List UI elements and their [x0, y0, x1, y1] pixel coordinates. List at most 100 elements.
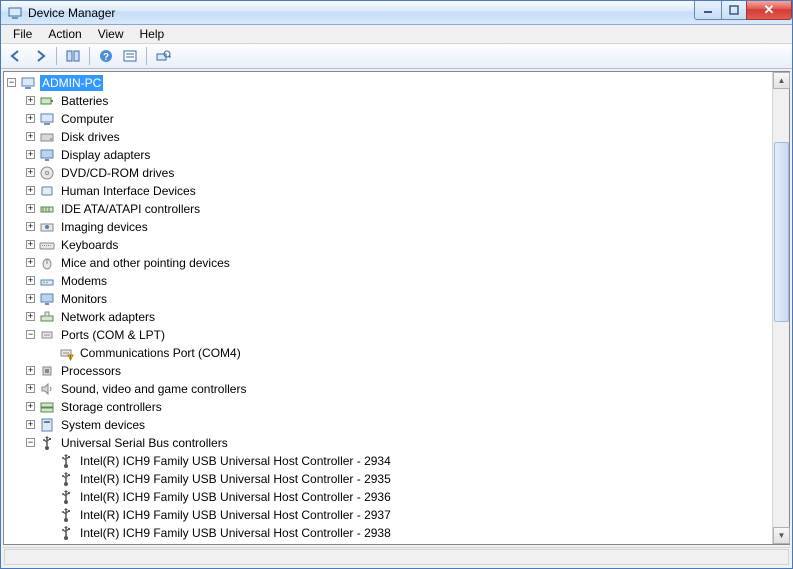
tree-node[interactable]: + System devices — [7, 416, 772, 434]
expand-icon[interactable]: + — [26, 114, 35, 123]
tree-node-label[interactable]: Intel(R) ICH9 Family USB Universal Host … — [78, 525, 393, 541]
tree-node-label[interactable]: Disk drives — [59, 129, 122, 145]
tree-node-label[interactable]: Communications Port (COM4) — [78, 345, 243, 361]
expand-icon[interactable]: + — [26, 384, 35, 393]
keyboard-icon — [39, 237, 55, 253]
tree-node-label[interactable]: Storage controllers — [59, 399, 164, 415]
menu-help[interactable]: Help — [132, 25, 173, 43]
tree-node[interactable]: − ADMIN-PC — [7, 74, 772, 92]
expand-icon[interactable]: + — [26, 186, 35, 195]
expand-icon[interactable]: + — [26, 258, 35, 267]
toolbar: ? — [1, 44, 792, 68]
expand-icon[interactable]: + — [26, 366, 35, 375]
expand-icon[interactable]: + — [26, 222, 35, 231]
maximize-button[interactable] — [721, 1, 747, 20]
scan-hardware-button[interactable] — [152, 45, 174, 67]
expand-icon[interactable]: + — [26, 132, 35, 141]
expand-icon[interactable]: + — [26, 420, 35, 429]
tree-node-label[interactable]: Intel(R) ICH9 Family USB Universal Host … — [78, 453, 393, 469]
expand-icon[interactable]: + — [26, 150, 35, 159]
scroll-thumb[interactable] — [774, 142, 789, 322]
tree-node[interactable]: − Ports (COM & LPT) — [7, 326, 772, 344]
tree-node[interactable]: − Universal Serial Bus controllers — [7, 434, 772, 452]
tree-node-label[interactable]: IDE ATA/ATAPI controllers — [59, 201, 202, 217]
cpu-icon — [39, 363, 55, 379]
scroll-up-button[interactable]: ▲ — [773, 72, 790, 89]
tree-node-label[interactable]: Intel(R) ICH9 Family USB Universal Host … — [78, 507, 393, 523]
tree-node[interactable]: Intel(R) ICH9 Family USB Universal Host … — [7, 488, 772, 506]
window-controls: ✕ — [695, 1, 792, 24]
titlebar[interactable]: Device Manager ✕ — [1, 1, 792, 25]
tree-node[interactable]: + Imaging devices — [7, 218, 772, 236]
tree-node-label[interactable]: System devices — [59, 417, 147, 433]
tree-node[interactable]: + Human Interface Devices — [7, 182, 772, 200]
tree-node[interactable]: Intel(R) ICH9 Family USB Universal Host … — [7, 452, 772, 470]
tree-node-label[interactable]: Intel(R) ICH9 Family USB Universal Host … — [78, 471, 393, 487]
expand-icon[interactable]: + — [26, 204, 35, 213]
window-title: Device Manager — [28, 6, 695, 20]
properties-button[interactable] — [119, 45, 141, 67]
close-button[interactable]: ✕ — [746, 1, 792, 20]
tree-node-label[interactable]: Universal Serial Bus controllers — [59, 435, 230, 451]
menu-action[interactable]: Action — [40, 25, 89, 43]
menu-view[interactable]: View — [90, 25, 132, 43]
forward-button[interactable] — [29, 45, 51, 67]
tree-node[interactable]: + Disk drives — [7, 128, 772, 146]
tree-node-label[interactable]: Sound, video and game controllers — [59, 381, 248, 397]
tree-node-label[interactable]: Intel(R) ICH9 Family USB Universal Host … — [78, 489, 393, 505]
menubar: File Action View Help — [1, 25, 792, 44]
tree-node[interactable]: + Keyboards — [7, 236, 772, 254]
tree-node-label[interactable]: ADMIN-PC — [40, 75, 103, 91]
tree-node-label[interactable]: DVD/CD-ROM drives — [59, 165, 176, 181]
tree-node-label[interactable]: Processors — [59, 363, 123, 379]
tree-node[interactable]: + Processors — [7, 362, 772, 380]
tree-node[interactable]: + Computer — [7, 110, 772, 128]
expand-icon[interactable]: + — [26, 240, 35, 249]
tree-node-label[interactable]: Computer — [59, 111, 116, 127]
collapse-icon[interactable]: − — [26, 330, 35, 339]
tree-node-label[interactable]: Imaging devices — [59, 219, 150, 235]
tree-node[interactable]: Intel(R) ICH9 Family USB Universal Host … — [7, 524, 772, 542]
tree-node[interactable]: !Communications Port (COM4) — [7, 344, 772, 362]
tree-node[interactable]: + Network adapters — [7, 308, 772, 326]
expand-icon[interactable]: + — [26, 96, 35, 105]
show-hide-console-button[interactable] — [62, 45, 84, 67]
device-tree[interactable]: − ADMIN-PC + Batteries + Computer + Disk drives… — [4, 72, 772, 544]
hid-icon — [39, 183, 55, 199]
collapse-icon[interactable]: − — [7, 78, 16, 87]
vertical-scrollbar[interactable]: ▲ ▼ — [772, 72, 789, 544]
tree-node[interactable]: + Mice and other pointing devices — [7, 254, 772, 272]
tree-node-label[interactable]: Keyboards — [59, 237, 120, 253]
tree-node[interactable]: + Modems — [7, 272, 772, 290]
minimize-button[interactable] — [694, 1, 722, 20]
tree-node[interactable]: + IDE ATA/ATAPI controllers — [7, 200, 772, 218]
expand-icon[interactable]: + — [26, 312, 35, 321]
expand-icon[interactable]: + — [26, 294, 35, 303]
scroll-down-button[interactable]: ▼ — [773, 527, 790, 544]
tree-node[interactable]: + Batteries — [7, 92, 772, 110]
tree-node-label[interactable]: Human Interface Devices — [59, 183, 198, 199]
tree-node-label[interactable]: Modems — [59, 273, 109, 289]
tree-node[interactable]: Intel(R) ICH9 Family USB Universal Host … — [7, 470, 772, 488]
tree-node-label[interactable]: Network adapters — [59, 309, 157, 325]
expand-icon[interactable]: + — [26, 402, 35, 411]
tree-node[interactable]: + Storage controllers — [7, 398, 772, 416]
tree-node[interactable]: Intel(R) ICH9 Family USB Universal Host … — [7, 506, 772, 524]
tree-node-label[interactable]: Ports (COM & LPT) — [59, 327, 167, 343]
menu-file[interactable]: File — [5, 25, 40, 43]
tree-node[interactable]: + Sound, video and game controllers — [7, 380, 772, 398]
tree-node-label[interactable]: Mice and other pointing devices — [59, 255, 232, 271]
collapse-icon[interactable]: − — [26, 438, 35, 447]
expand-icon[interactable]: + — [26, 168, 35, 177]
tree-node-label[interactable]: Monitors — [59, 291, 109, 307]
help-button[interactable]: ? — [95, 45, 117, 67]
tree-node[interactable]: + Display adapters — [7, 146, 772, 164]
imaging-icon — [39, 219, 55, 235]
tree-node-label[interactable]: Batteries — [59, 93, 110, 109]
tree-node[interactable]: + DVD/CD-ROM drives — [7, 164, 772, 182]
tree-node[interactable]: + Monitors — [7, 290, 772, 308]
app-icon — [7, 5, 23, 21]
back-button[interactable] — [5, 45, 27, 67]
expand-icon[interactable]: + — [26, 276, 35, 285]
tree-node-label[interactable]: Display adapters — [59, 147, 152, 163]
